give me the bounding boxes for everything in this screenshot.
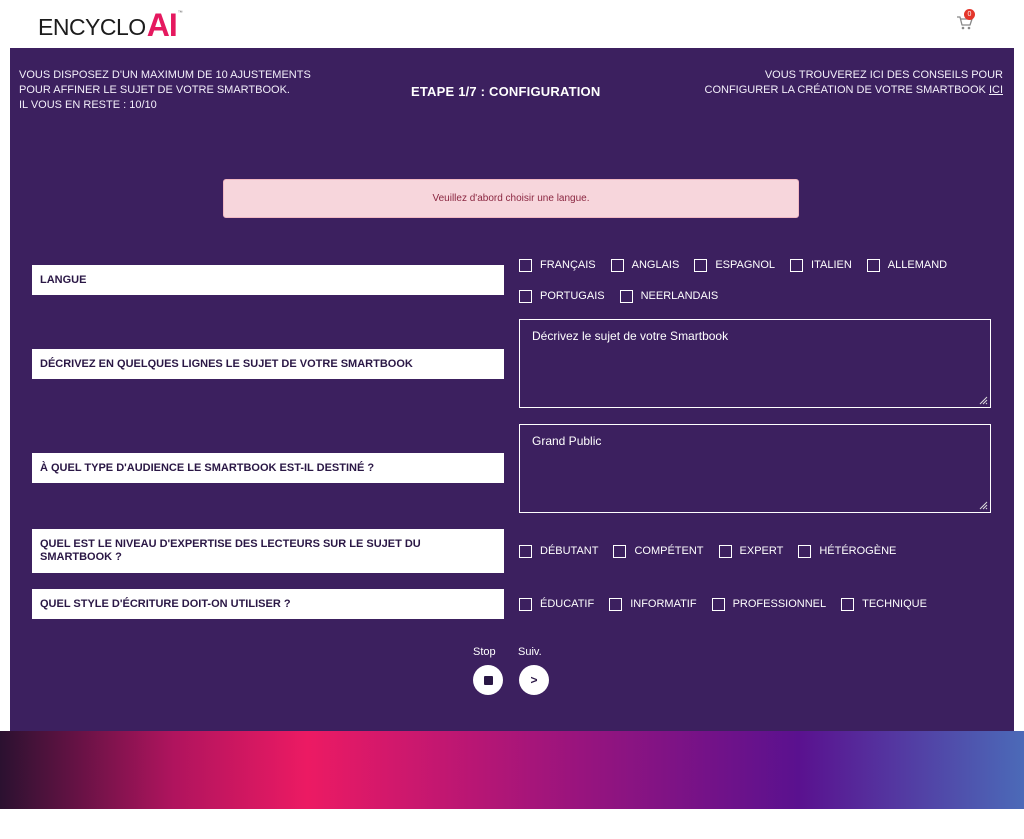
stop-button[interactable] bbox=[473, 665, 503, 695]
resize-handle-icon[interactable] bbox=[979, 501, 988, 510]
option-label: INFORMATIF bbox=[630, 598, 697, 610]
checkbox[interactable] bbox=[609, 597, 623, 611]
expertise-option-debutant[interactable]: DÉBUTANT bbox=[519, 544, 599, 558]
option-label: ANGLAIS bbox=[631, 259, 680, 271]
language-option-allemand[interactable]: ALLEMAND bbox=[866, 258, 948, 272]
resize-handle-icon[interactable] bbox=[979, 396, 988, 405]
option-label: FRANÇAIS bbox=[540, 259, 596, 271]
option-label: ITALIEN bbox=[811, 259, 852, 271]
checkbox[interactable] bbox=[519, 544, 532, 558]
option-label: DÉBUTANT bbox=[540, 545, 599, 557]
subject-textarea[interactable]: Décrivez le sujet de votre Smartbook bbox=[519, 319, 991, 408]
language-option-neerlandais[interactable]: NEERLANDAIS bbox=[619, 289, 719, 303]
audience-textarea[interactable]: Grand Public bbox=[519, 424, 991, 513]
subject-placeholder: Décrivez le sujet de votre Smartbook bbox=[532, 329, 729, 343]
expertise-label: QUEL EST LE NIVEAU D'EXPERTISE DES LECTE… bbox=[32, 529, 504, 573]
logo-trademark: ™ bbox=[177, 10, 183, 16]
adjustments-info: VOUS DISPOSEZ D'UN MAXIMUM DE 10 AJUSTEM… bbox=[19, 68, 359, 113]
expertise-option-heterogene[interactable]: HÉTÉROGÈNE bbox=[798, 544, 897, 558]
language-option-portugais[interactable]: PORTUGAIS bbox=[519, 289, 605, 303]
chevron-right-icon: > bbox=[530, 673, 538, 687]
audience-label: À QUEL TYPE D'AUDIENCE LE SMARTBOOK EST-… bbox=[32, 453, 504, 483]
checkbox[interactable] bbox=[711, 597, 725, 611]
style-option-informatif[interactable]: INFORMATIF bbox=[609, 597, 697, 611]
language-options: FRANÇAIS ANGLAIS ESPAGNOL ITALIEN ALLEMA… bbox=[519, 257, 962, 304]
language-option-francais[interactable]: FRANÇAIS bbox=[519, 258, 596, 272]
language-option-espagnol[interactable]: ESPAGNOL bbox=[694, 258, 776, 272]
option-label: TECHNIQUE bbox=[862, 598, 927, 610]
adjustments-line: VOUS DISPOSEZ D'UN MAXIMUM DE 10 AJUSTEM… bbox=[19, 69, 311, 81]
checkbox[interactable] bbox=[519, 289, 532, 303]
option-label: COMPÉTENT bbox=[634, 545, 704, 557]
option-label: ESPAGNOL bbox=[715, 259, 776, 271]
tips-line: VOUS TROUVEREZ ICI DES CONSEILS POUR bbox=[764, 69, 1003, 81]
checkbox[interactable] bbox=[790, 258, 804, 272]
top-bar: ENCYCLO AI ™ 0 bbox=[0, 0, 1024, 48]
checkbox[interactable] bbox=[866, 258, 880, 272]
style-option-technique[interactable]: TECHNIQUE bbox=[841, 597, 927, 611]
expertise-option-competent[interactable]: COMPÉTENT bbox=[613, 544, 704, 558]
tips-line: CONFIGURER LA CRÉATION DE VOTRE SMARTBOO… bbox=[643, 83, 1003, 98]
adjustments-line: POUR AFFINER LE SUJET DE VOTRE SMARTBOOK… bbox=[19, 84, 290, 96]
style-label: QUEL STYLE D'ÉCRITURE DOIT-ON UTILISER ? bbox=[32, 589, 504, 619]
expertise-options: DÉBUTANT COMPÉTENT EXPERT HÉTÉROGÈNE bbox=[519, 543, 911, 559]
logo-text: ENCYCLO bbox=[38, 14, 146, 40]
option-label: PROFESSIONNEL bbox=[732, 598, 827, 610]
next-button[interactable]: > bbox=[519, 665, 549, 695]
language-option-anglais[interactable]: ANGLAIS bbox=[610, 258, 680, 272]
checkbox[interactable] bbox=[619, 289, 633, 303]
language-option-italien[interactable]: ITALIEN bbox=[790, 258, 852, 272]
logo-ai: AI bbox=[146, 7, 178, 43]
style-option-professionnel[interactable]: PROFESSIONNEL bbox=[711, 597, 827, 611]
footer-gradient-banner bbox=[0, 731, 1024, 809]
stop-icon bbox=[483, 675, 493, 685]
checkbox[interactable] bbox=[519, 597, 532, 611]
checkbox[interactable] bbox=[841, 597, 855, 611]
step-title: ETAPE 1/7 : CONFIGURATION bbox=[411, 84, 601, 99]
audience-value: Grand Public bbox=[532, 434, 602, 448]
option-label: EXPERT bbox=[739, 545, 784, 557]
style-options: ÉDUCATIF INFORMATIF PROFESSIONNEL TECHNI… bbox=[519, 596, 942, 612]
encycloai-logo[interactable]: ENCYCLO AI ™ bbox=[38, 8, 183, 42]
language-alert: Veuillez d'abord choisir une langue. bbox=[223, 179, 799, 218]
adjustments-line: IL VOUS EN RESTE : 10/10 bbox=[19, 99, 157, 111]
language-label: LANGUE bbox=[32, 265, 504, 295]
subject-label: DÉCRIVEZ EN QUELQUES LIGNES LE SUJET DE … bbox=[32, 349, 504, 379]
stop-label: Stop bbox=[473, 646, 496, 658]
option-label: NEERLANDAIS bbox=[640, 290, 719, 302]
tips-line-text: CONFIGURER LA CRÉATION DE VOTRE SMARTBOO… bbox=[704, 84, 986, 96]
tips-link[interactable]: ICI bbox=[989, 84, 1003, 96]
checkbox[interactable] bbox=[694, 258, 708, 272]
option-label: ALLEMAND bbox=[887, 259, 948, 271]
option-label: ÉDUCATIF bbox=[540, 598, 595, 610]
option-label: PORTUGAIS bbox=[540, 290, 605, 302]
checkbox[interactable] bbox=[718, 544, 732, 558]
style-option-educatif[interactable]: ÉDUCATIF bbox=[519, 597, 595, 611]
expertise-option-expert[interactable]: EXPERT bbox=[718, 544, 784, 558]
option-label: HÉTÉROGÈNE bbox=[819, 545, 897, 557]
cart-count-badge: 0 bbox=[964, 9, 975, 20]
checkbox[interactable] bbox=[610, 258, 624, 272]
tips-info: VOUS TROUVEREZ ICI DES CONSEILS POUR CON… bbox=[643, 68, 1003, 98]
checkbox[interactable] bbox=[613, 544, 627, 558]
next-label: Suiv. bbox=[518, 646, 542, 658]
checkbox[interactable] bbox=[519, 258, 532, 272]
checkbox[interactable] bbox=[798, 544, 812, 558]
